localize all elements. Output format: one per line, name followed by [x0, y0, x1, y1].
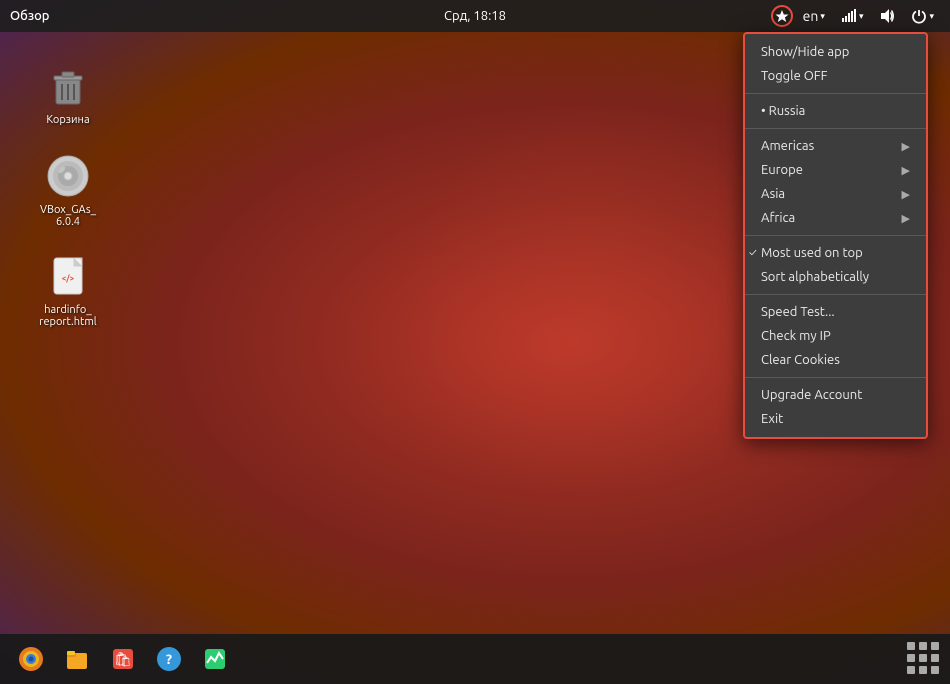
grid-dot — [919, 666, 927, 674]
vpn-icon[interactable] — [771, 5, 793, 27]
europe-arrow-icon: ▶ — [902, 164, 910, 177]
menu-sep-5 — [745, 377, 926, 378]
top-panel: Обзор Срд, 18:18 en ▾ — [0, 0, 950, 32]
menu-show-hide[interactable]: Show/Hide app — [745, 40, 926, 64]
grid-dot — [931, 642, 939, 650]
menu-sep-1 — [745, 93, 926, 94]
menu-americas[interactable]: Americas ▶ — [745, 134, 926, 158]
trash-label: Корзина — [46, 114, 89, 126]
language-indicator[interactable]: en ▾ — [797, 4, 831, 28]
grid-dot — [919, 642, 927, 650]
menu-sort-alpha[interactable]: Sort alphabetically — [745, 265, 926, 289]
grid-dot — [907, 654, 915, 662]
americas-arrow-icon: ▶ — [902, 140, 910, 153]
menu-asia[interactable]: Asia ▶ — [745, 182, 926, 206]
html-file-icon: </> — [46, 254, 90, 298]
taskbar-appstore[interactable]: 🛍 — [102, 638, 144, 680]
context-menu: Show/Hide app Toggle OFF • Russia Americ… — [743, 32, 928, 439]
svg-text:🛍: 🛍 — [114, 651, 132, 667]
menu-speed-test[interactable]: Speed Test... — [745, 300, 926, 324]
grid-dot — [931, 654, 939, 662]
hardinfo-label: hardinfo_ report.html — [39, 304, 96, 328]
power-chevron-icon: ▾ — [929, 11, 934, 22]
desktop: Обзор Срд, 18:18 en ▾ — [0, 0, 950, 684]
panel-datetime: Срд, 18:18 — [444, 9, 506, 23]
taskbar: 🛍 ? — [0, 634, 950, 684]
svg-text:?: ? — [166, 651, 172, 667]
grid-dot — [931, 666, 939, 674]
menu-sep-2 — [745, 128, 926, 129]
taskbar-files[interactable] — [56, 638, 98, 680]
panel-right: en ▾ ▾ — [771, 4, 940, 28]
desktop-icon-hardinfo[interactable]: </> hardinfo_ report.html — [28, 248, 108, 332]
power-icon[interactable]: ▾ — [905, 4, 940, 28]
panel-title: Обзор — [10, 9, 50, 23]
show-apps-button[interactable] — [906, 641, 942, 677]
menu-europe[interactable]: Europe ▶ — [745, 158, 926, 182]
taskbar-system-monitor[interactable] — [194, 638, 236, 680]
volume-icon[interactable] — [873, 4, 901, 28]
desktop-icon-vbox[interactable]: VBox_GAs_ 6.0.4 — [28, 148, 108, 232]
menu-check-ip[interactable]: Check my IP — [745, 324, 926, 348]
vbox-label: VBox_GAs_ 6.0.4 — [40, 204, 96, 228]
menu-sep-4 — [745, 294, 926, 295]
disc-icon — [46, 154, 90, 198]
menu-most-used[interactable]: Most used on top — [745, 241, 926, 265]
asia-arrow-icon: ▶ — [902, 188, 910, 201]
grid-dot — [919, 654, 927, 662]
menu-sep-3 — [745, 235, 926, 236]
menu-toggle-off[interactable]: Toggle OFF — [745, 64, 926, 88]
network-chevron-icon: ▾ — [859, 11, 864, 22]
lang-chevron-icon: ▾ — [820, 11, 825, 22]
grid-dot — [907, 666, 915, 674]
menu-russia[interactable]: • Russia — [745, 99, 926, 123]
menu-exit[interactable]: Exit — [745, 407, 926, 431]
network-icon[interactable]: ▾ — [835, 4, 870, 28]
svg-text:</>: </> — [62, 274, 75, 283]
trash-icon — [46, 64, 90, 108]
menu-upgrade[interactable]: Upgrade Account — [745, 383, 926, 407]
taskbar-help[interactable]: ? — [148, 638, 190, 680]
grid-dot — [907, 642, 915, 650]
menu-africa[interactable]: Africa ▶ — [745, 206, 926, 230]
menu-clear-cookies[interactable]: Clear Cookies — [745, 348, 926, 372]
africa-arrow-icon: ▶ — [902, 212, 910, 225]
desktop-icon-trash[interactable]: Корзина — [28, 58, 108, 130]
panel-left: Обзор — [10, 9, 50, 23]
taskbar-firefox[interactable] — [10, 638, 52, 680]
